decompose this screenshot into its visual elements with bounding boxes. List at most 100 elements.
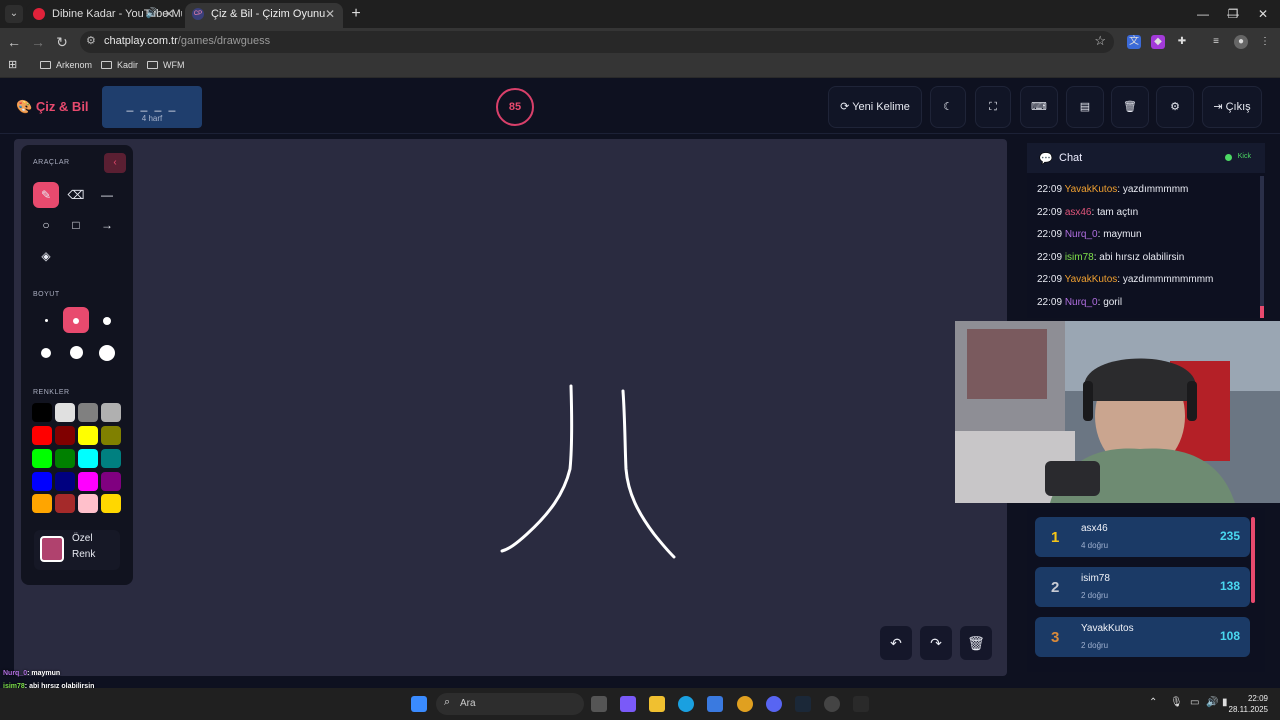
bookmark-kadir[interactable]: Kadir bbox=[101, 60, 138, 70]
fill-tool[interactable]: ◈ bbox=[33, 243, 59, 269]
tools-panel bbox=[21, 145, 133, 585]
color-swatch[interactable] bbox=[78, 494, 98, 513]
new-tab-button[interactable]: + bbox=[346, 4, 366, 24]
brush-tool[interactable]: ✎ bbox=[33, 182, 59, 208]
arrow-tool[interactable]: → bbox=[94, 212, 120, 238]
clear-canvas-button[interactable]: 🗑 bbox=[960, 626, 992, 660]
size-6[interactable] bbox=[94, 339, 120, 365]
chat-scrollbar[interactable] bbox=[1260, 176, 1264, 318]
address-field[interactable]: ⚙ chatplay.com.tr/games/drawguess ☆ bbox=[80, 31, 1114, 53]
chrome-icon[interactable] bbox=[737, 696, 753, 712]
color-swatch[interactable] bbox=[32, 426, 52, 445]
url-text: chatplay.com.tr/games/drawguess bbox=[104, 35, 271, 47]
color-swatch[interactable] bbox=[32, 403, 52, 422]
folder-icon bbox=[40, 61, 51, 69]
color-swatch[interactable] bbox=[32, 449, 52, 468]
close-tab-icon[interactable]: ✕ bbox=[164, 3, 174, 25]
color-swatch[interactable] bbox=[78, 449, 98, 468]
network-icon[interactable]: ▭ bbox=[1190, 697, 1199, 708]
battery-icon[interactable]: ▮ bbox=[1222, 697, 1228, 708]
color-swatch[interactable] bbox=[101, 449, 121, 468]
app-icon[interactable] bbox=[853, 696, 869, 712]
color-swatch[interactable] bbox=[101, 403, 121, 422]
microphone-icon[interactable]: 🎙 bbox=[1170, 697, 1183, 708]
scroll-thumb[interactable] bbox=[1260, 306, 1264, 318]
maximize-button[interactable]: ❐ bbox=[1216, 0, 1250, 28]
custom-color-button[interactable]: Özel Renk bbox=[34, 530, 120, 570]
reload-icon[interactable]: ↻ bbox=[52, 32, 72, 52]
profile-avatar[interactable]: ● bbox=[1234, 35, 1248, 49]
fullscreen-button[interactable]: ⛶ bbox=[975, 86, 1011, 128]
close-tab-icon[interactable]: ✕ bbox=[325, 3, 335, 25]
theme-toggle-button[interactable]: ☾ bbox=[930, 86, 966, 128]
redo-button[interactable]: ↷ bbox=[920, 626, 952, 660]
drawing-canvas[interactable] bbox=[14, 139, 1007, 676]
translate-extension-icon[interactable]: 文 bbox=[1127, 35, 1141, 49]
exit-button[interactable]: ⇥ Çıkış bbox=[1202, 86, 1262, 128]
site-info-icon[interactable]: ⚙ bbox=[86, 34, 96, 47]
archive-button[interactable]: ▤ bbox=[1066, 86, 1104, 128]
color-swatch[interactable] bbox=[55, 426, 75, 445]
minimize-button-2[interactable]: — bbox=[1186, 0, 1220, 28]
color-swatch[interactable] bbox=[101, 426, 121, 445]
copilot-icon[interactable] bbox=[620, 696, 636, 712]
rank: 2 bbox=[1051, 579, 1060, 596]
store-icon[interactable] bbox=[707, 696, 723, 712]
back-arrow-icon[interactable]: ← bbox=[4, 32, 24, 52]
tab-list-button[interactable]: ⌄ bbox=[5, 5, 23, 23]
bookmark-wfm[interactable]: WFM bbox=[147, 60, 185, 70]
discord-icon[interactable] bbox=[766, 696, 782, 712]
line-tool[interactable]: — bbox=[94, 182, 120, 208]
settings-button[interactable]: ⚙ bbox=[1156, 86, 1194, 128]
tray-chevron-icon[interactable]: ⌃ bbox=[1149, 697, 1157, 708]
forward-arrow-icon[interactable]: → bbox=[28, 32, 48, 52]
collapse-panel-button[interactable]: ‹ bbox=[104, 153, 126, 173]
color-swatch[interactable] bbox=[101, 472, 121, 491]
chat-message: 22:09 YavakKutos: yazdımmmmm bbox=[1037, 184, 1189, 195]
color-swatch[interactable] bbox=[55, 449, 75, 468]
bookmark-star-icon[interactable]: ☆ bbox=[1094, 33, 1106, 49]
leaderboard-scrollbar[interactable] bbox=[1251, 517, 1255, 603]
color-swatch[interactable] bbox=[78, 426, 98, 445]
extensions-puzzle-icon[interactable]: ✚ bbox=[1175, 35, 1189, 49]
color-swatch[interactable] bbox=[101, 494, 121, 513]
app-logo[interactable]: 🎨 Çiz & Bil bbox=[16, 99, 89, 115]
bookmark-arkenom[interactable]: Arkenom bbox=[40, 60, 92, 70]
color-swatch[interactable] bbox=[55, 472, 75, 491]
size-4[interactable] bbox=[33, 339, 59, 365]
size-1[interactable] bbox=[33, 307, 59, 333]
circle-tool[interactable]: ○ bbox=[33, 212, 59, 238]
color-swatch[interactable] bbox=[32, 494, 52, 513]
new-word-button[interactable]: ⟳ Yeni Kelime bbox=[828, 86, 922, 128]
menu-kebab-icon[interactable]: ⋮ bbox=[1258, 35, 1272, 49]
obs-icon[interactable] bbox=[824, 696, 840, 712]
media-controls-icon[interactable]: ≡ bbox=[1209, 35, 1223, 49]
color-swatch[interactable] bbox=[55, 403, 75, 422]
apps-grid-icon[interactable]: ⊞ bbox=[8, 58, 17, 71]
color-swatch[interactable] bbox=[55, 494, 75, 513]
taskbar-search[interactable]: ⌕ Ara bbox=[436, 693, 584, 715]
speaker-icon[interactable]: 🔊 bbox=[146, 3, 158, 25]
edge-icon[interactable] bbox=[678, 696, 694, 712]
taskbar-clock[interactable]: 22:09 28.11.2025 bbox=[1229, 693, 1268, 715]
size-2[interactable] bbox=[63, 307, 89, 333]
extension-icon[interactable]: ◆ bbox=[1151, 35, 1165, 49]
eraser-tool[interactable]: ⌫ bbox=[63, 182, 89, 208]
windows-start-icon[interactable] bbox=[411, 696, 427, 712]
volume-icon[interactable]: 🔊 bbox=[1206, 697, 1218, 708]
size-5[interactable] bbox=[63, 339, 89, 365]
color-swatch[interactable] bbox=[78, 403, 98, 422]
keyboard-button[interactable]: ⌨ bbox=[1020, 86, 1058, 128]
color-swatch[interactable] bbox=[32, 472, 52, 491]
close-window-button[interactable]: ✕ bbox=[1246, 0, 1280, 28]
undo-button[interactable]: ↶ bbox=[880, 626, 912, 660]
tab-youtube-music[interactable]: Dibine Kadar - YouTube Mu 🔊 ✕ bbox=[26, 3, 182, 28]
rectangle-tool[interactable]: □ bbox=[63, 212, 89, 238]
task-view-icon[interactable] bbox=[591, 696, 607, 712]
steam-icon[interactable] bbox=[795, 696, 811, 712]
size-3[interactable] bbox=[94, 307, 120, 333]
delete-button[interactable]: 🗑 bbox=[1111, 86, 1149, 128]
file-explorer-icon[interactable] bbox=[649, 696, 665, 712]
tab-draw-guess[interactable]: CP Çiz & Bil - Çizim Oyunu ✕ bbox=[185, 3, 343, 28]
color-swatch[interactable] bbox=[78, 472, 98, 491]
